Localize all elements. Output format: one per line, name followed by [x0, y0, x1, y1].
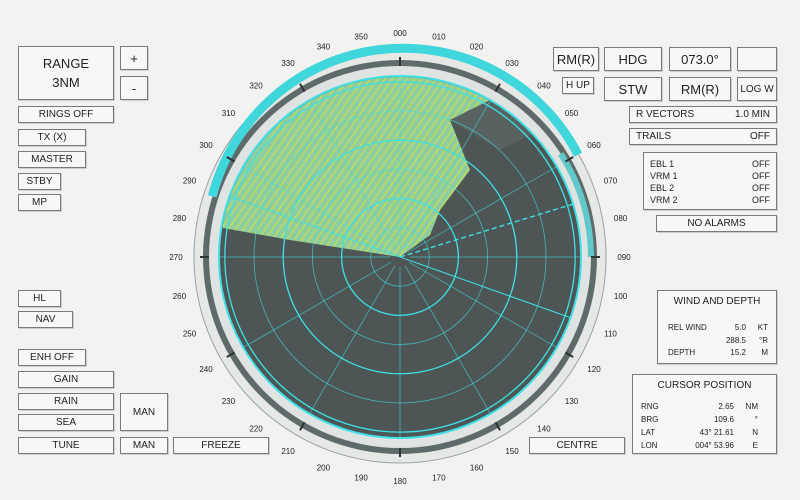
- bearing-label: 020: [470, 43, 484, 52]
- bearing-label: 250: [183, 330, 197, 339]
- bearing-label: 060: [587, 141, 601, 150]
- bearing-label: 040: [537, 81, 551, 90]
- bearing-label: 160: [470, 463, 484, 472]
- bearing-label: 190: [354, 474, 368, 483]
- bearing-label: 080: [614, 214, 628, 223]
- bearing-label: 010: [432, 32, 446, 41]
- bearing-label: 280: [173, 214, 187, 223]
- bearing-label: 140: [537, 425, 551, 434]
- bearing-label: 090: [617, 253, 631, 262]
- bearing-label: 310: [222, 109, 236, 118]
- bearing-label: 330: [281, 59, 295, 68]
- bearing-label: 340: [317, 43, 331, 52]
- bearing-label: 100: [614, 292, 628, 301]
- bearing-label: 210: [281, 447, 295, 456]
- bearing-label: 180: [393, 477, 407, 486]
- bearing-label: 240: [199, 365, 213, 374]
- bearing-label: 110: [604, 330, 617, 339]
- bearing-label: 230: [222, 397, 236, 406]
- bearing-label: 000: [393, 29, 407, 38]
- radar-display[interactable]: 000 010 020 030 040 050 060 070 080 090 100 110 120 1…: [0, 0, 800, 500]
- bearing-label: 150: [505, 447, 519, 456]
- bearing-label: 070: [604, 176, 618, 185]
- bearing-label: 300: [199, 141, 213, 150]
- bearing-label: 270: [169, 253, 183, 262]
- bearing-label: 170: [432, 474, 446, 483]
- bearing-label: 260: [173, 292, 187, 301]
- bearing-label: 350: [354, 32, 368, 41]
- bearing-label: 130: [565, 397, 579, 406]
- bearing-label: 030: [505, 59, 519, 68]
- bearing-label: 220: [249, 425, 263, 434]
- bearing-label: 320: [249, 81, 263, 90]
- bearing-label: 050: [565, 109, 579, 118]
- bearing-label: 290: [183, 176, 197, 185]
- bearing-label: 120: [587, 365, 601, 374]
- bearing-label: 200: [317, 463, 331, 472]
